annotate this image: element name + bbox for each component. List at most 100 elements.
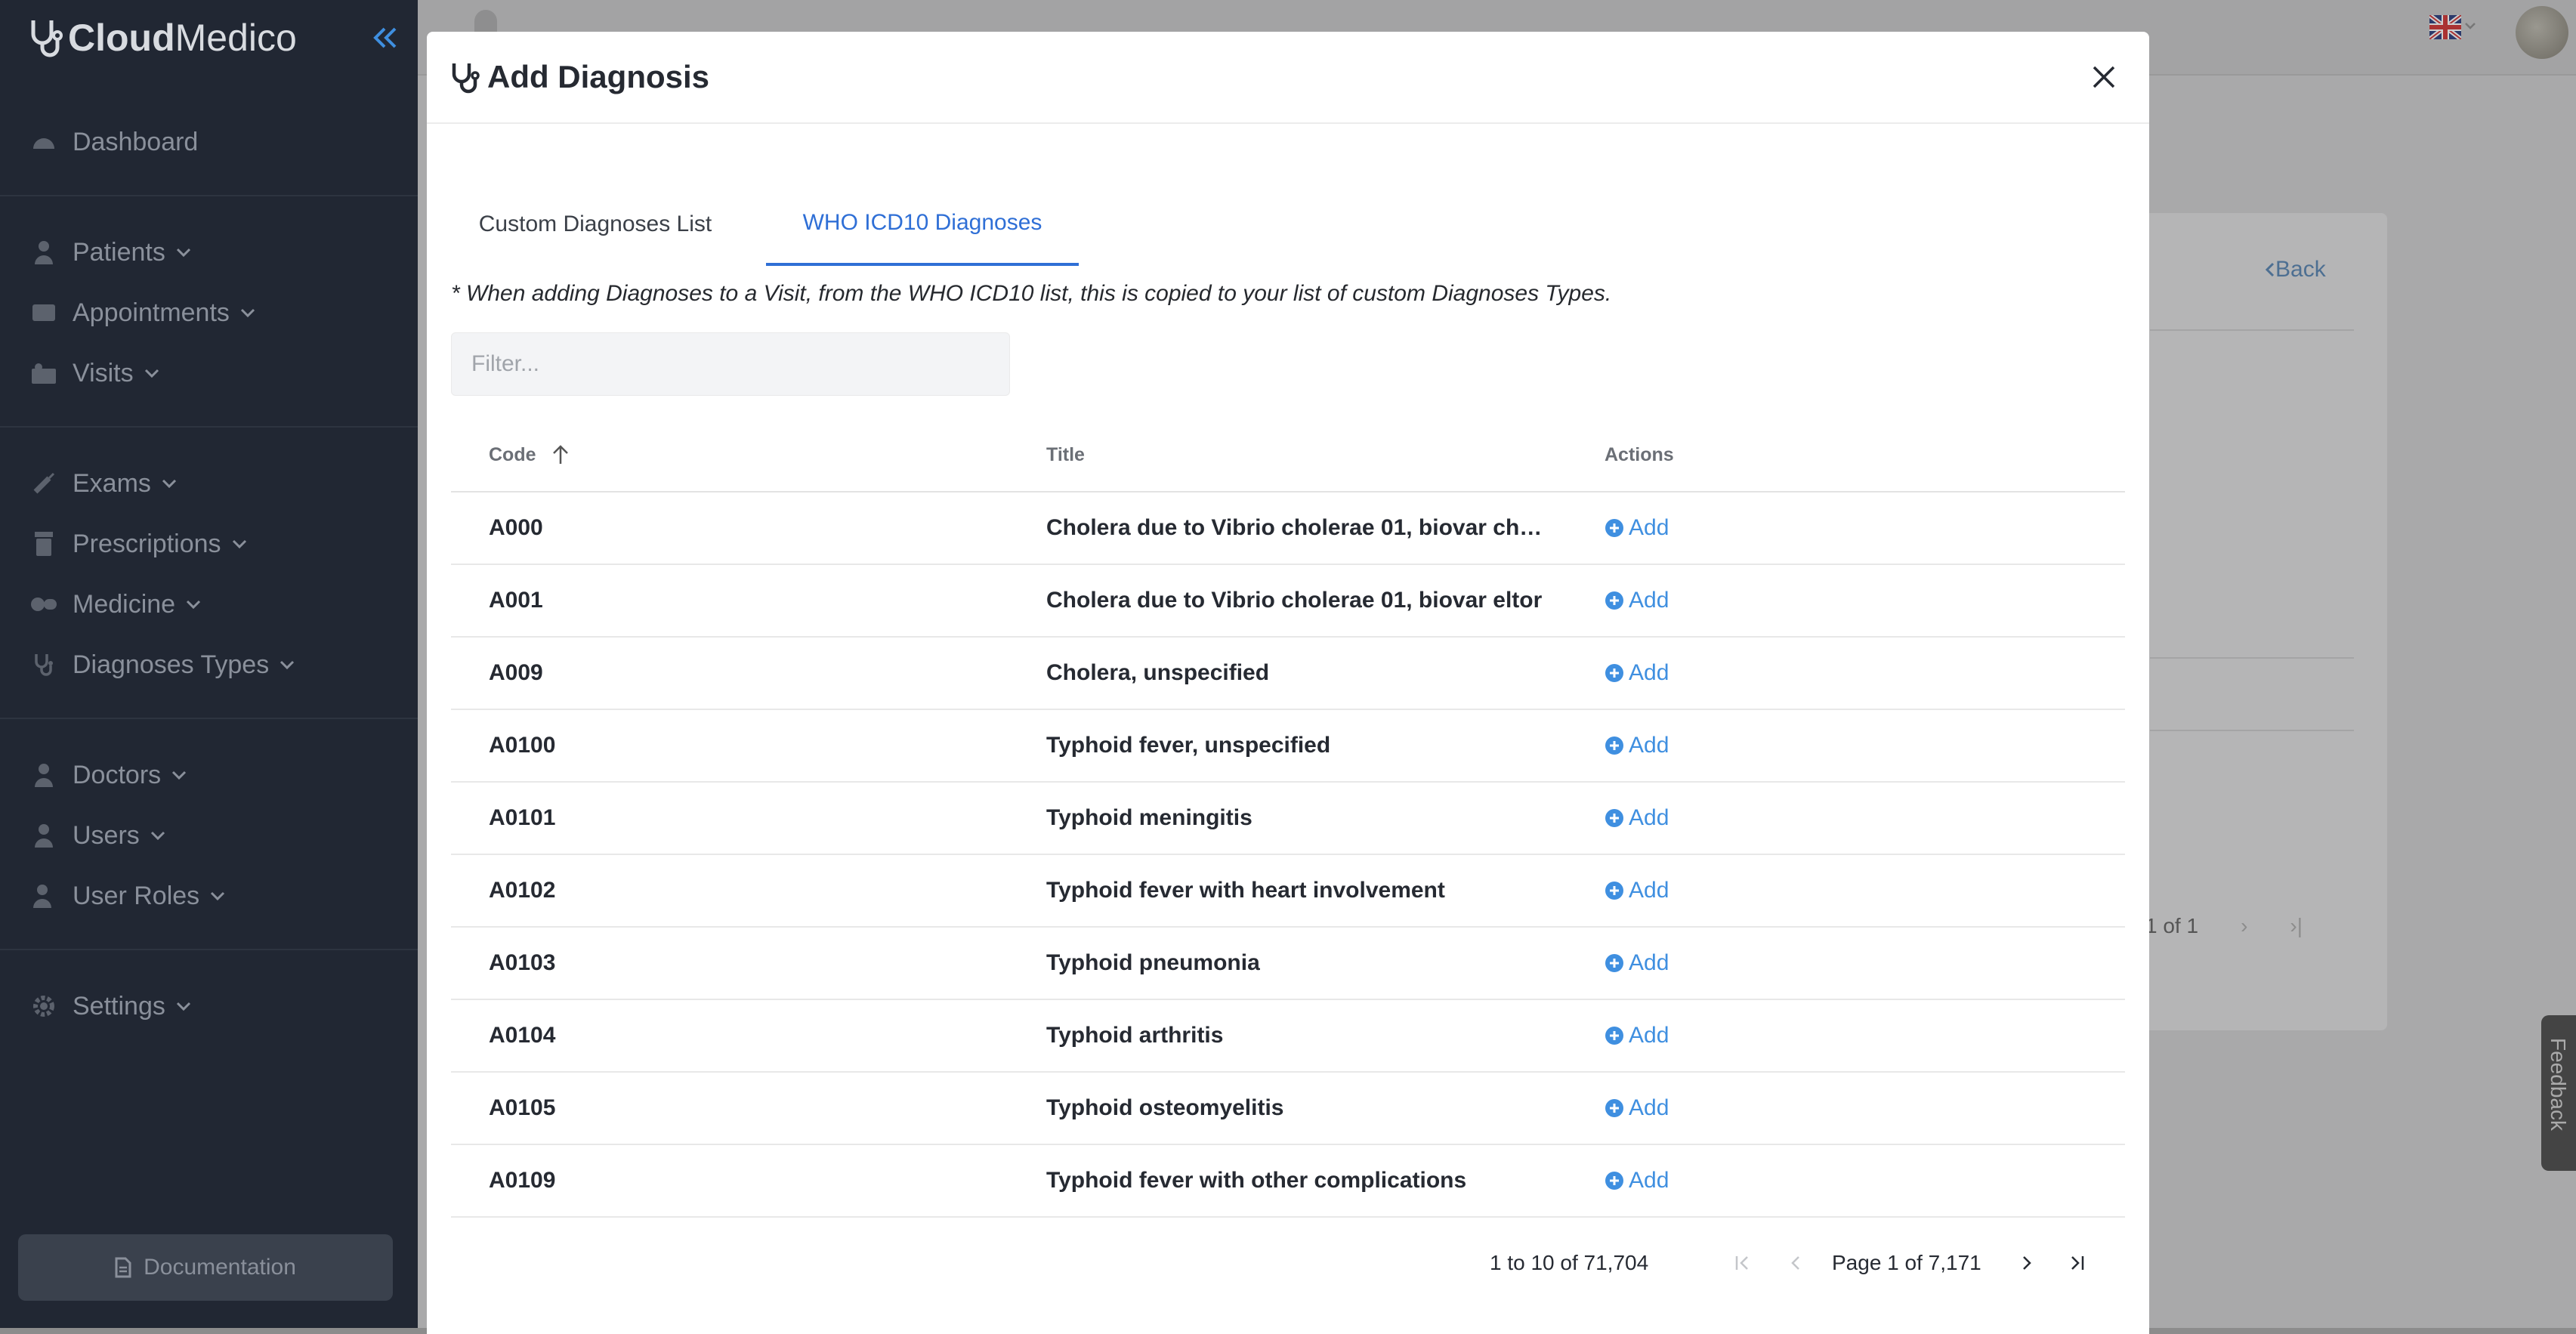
hospital-user-icon [30,360,57,387]
cell-actions: Add [1605,565,1669,636]
background-divider [2150,730,2354,731]
sidebar-item-settings[interactable]: Settings [30,984,191,1029]
add-diagnosis-button[interactable]: Add [1605,733,1669,758]
cell-actions: Add [1605,710,1669,781]
add-diagnosis-button[interactable]: Add [1605,950,1669,976]
stethoscope-icon [31,20,63,57]
chevron-down-icon [144,369,159,378]
sidebar-item-doctors[interactable]: Doctors [30,752,187,798]
plus-circle-icon [1605,882,1623,900]
sidebar-item-label: Prescriptions [73,529,221,558]
sidebar-item-users[interactable]: Users [30,813,165,858]
cell-title: Typhoid meningitis [1046,805,1252,830]
background-divider [2150,657,2354,659]
cell-actions: Add [1605,1000,1669,1071]
sidebar-item-user-roles[interactable]: User Roles [30,873,225,919]
cell-code: A001 [489,588,543,613]
add-diagnosis-button[interactable]: Add [1605,1095,1669,1121]
cell-code: A0103 [489,950,556,975]
cell-code: A009 [489,660,543,685]
document-icon [115,1257,131,1278]
filter-input[interactable] [451,332,1010,396]
cell-code: A0102 [489,878,556,903]
chevron-down-icon [280,660,295,669]
sidebar-item-medicine[interactable]: Medicine [30,582,201,627]
sidebar-item-prescriptions[interactable]: Prescriptions [30,521,247,567]
plus-circle-icon [1605,664,1623,682]
close-button[interactable] [2086,59,2122,95]
sidebar-item-label: User Roles [73,881,200,910]
sidebar-item-label: Diagnoses Types [73,650,270,679]
modal-title-text: Add Diagnosis [487,59,710,94]
sidebar-item-visits[interactable]: Visits [30,350,159,396]
chevron-down-icon [150,831,165,840]
brand-name-bold: Cloud [68,17,175,59]
cell-code: A000 [489,515,543,540]
back-link[interactable]: Back [2265,257,2326,283]
info-note: * When adding Diagnoses to a Visit, from… [451,281,1612,306]
add-diagnosis-button[interactable]: Add [1605,878,1669,903]
user-icon [30,822,57,849]
background-pager: 1 of 1 › ›| [2145,914,2303,938]
table-row: A0101 Typhoid meningitis Add [451,783,2125,855]
add-diagnosis-button[interactable]: Add [1605,1168,1669,1193]
language-flag-icon[interactable] [2428,13,2463,42]
sidebar-item-patients[interactable]: Patients [30,230,191,275]
background-pager-text: 1 of 1 [2145,914,2199,937]
pills-icon [30,591,57,618]
sidebar-item-diagnoses-types[interactable]: Diagnoses Types [30,642,295,687]
feedback-label: Feedback [2547,1038,2570,1131]
tab-custom-diagnoses-list[interactable]: Custom Diagnoses List [465,183,726,266]
previous-page-button[interactable] [1779,1246,1812,1280]
avatar[interactable] [2516,6,2568,59]
documentation-button[interactable]: Documentation [18,1234,393,1301]
chevron-down-icon[interactable] [2464,20,2476,33]
cell-title: Typhoid fever with other complications [1046,1168,1467,1193]
modal-title: Add Diagnosis [449,54,709,100]
gauge-icon [30,128,57,156]
brand-logo[interactable]: Cloud Medico [27,11,297,65]
table-row: A0102 Typhoid fever with heart involvemen… [451,855,2125,928]
calendar-user-icon [30,299,57,326]
pagination: 1 to 10 of 71,704 Page 1 of 7,171 [427,1240,2149,1286]
column-header-actions: Actions [1605,443,1674,465]
tab-who-icd10-diagnoses[interactable]: WHO ICD10 Diagnoses [766,183,1079,266]
background-card [2115,213,2387,1030]
table-row: A000 Cholera due to Vibrio cholerae 01, b… [451,493,2125,565]
double-chevron-left-icon [373,27,397,48]
sidebar: Cloud Medico Dashboard Patients Appointme… [0,0,418,1334]
add-diagnosis-button[interactable]: Add [1605,588,1669,613]
next-page-button[interactable] [2010,1246,2043,1280]
chevron-down-icon [162,479,177,488]
feedback-tab[interactable]: Feedback [2541,1015,2576,1171]
cell-code: A0101 [489,805,556,830]
chevron-first-icon [1735,1256,1748,1270]
add-diagnosis-button[interactable]: Add [1605,1023,1669,1048]
chevron-right-icon[interactable]: › [2241,914,2247,938]
column-header-title[interactable]: Title [1046,418,1545,491]
add-diagnosis-button[interactable]: Add [1605,660,1669,686]
sidebar-item-appointments[interactable]: Appointments [30,290,255,335]
chevron-down-icon [232,539,247,548]
add-diagnosis-button[interactable]: Add [1605,515,1669,541]
table-row: A0105 Typhoid osteomyelitis Add [451,1073,2125,1145]
cell-code: A0104 [489,1023,556,1048]
brand-name-light: Medico [175,17,297,59]
sidebar-item-label: Visits [73,358,134,388]
collapse-sidebar-button[interactable] [369,21,402,54]
chevron-down-icon [240,308,255,317]
sidebar-item-label: Doctors [73,760,162,789]
chevron-last-icon[interactable]: ›| [2290,914,2303,938]
cell-actions: Add [1605,855,1669,926]
add-diagnosis-button[interactable]: Add [1605,805,1669,831]
chevron-left-icon [1791,1256,1799,1270]
sidebar-divider [0,718,418,719]
sidebar-item-dashboard[interactable]: Dashboard [30,119,198,165]
chevron-down-icon [186,600,201,609]
column-header-code[interactable]: Code [489,418,570,491]
first-page-button[interactable] [1726,1246,1759,1280]
last-page-button[interactable] [2060,1246,2093,1280]
sidebar-item-label: Medicine [73,589,176,619]
sidebar-item-exams[interactable]: Exams [30,461,177,506]
cell-title: Typhoid fever, unspecified [1046,733,1331,758]
